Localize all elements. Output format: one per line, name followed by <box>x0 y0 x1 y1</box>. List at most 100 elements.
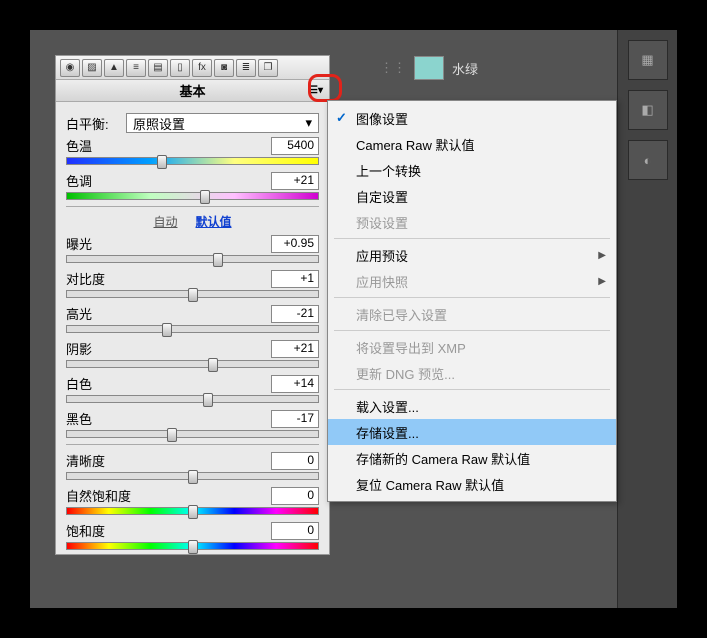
slider-track[interactable] <box>66 507 319 515</box>
preset-icon[interactable]: ≣ <box>236 59 256 77</box>
slider-thumb[interactable] <box>188 540 198 554</box>
toolbar-icon[interactable]: ▦ <box>628 40 668 80</box>
slider-track[interactable] <box>66 430 319 438</box>
menu-item[interactable]: Camera Raw 默认值 <box>328 131 616 157</box>
slider-thumb[interactable] <box>157 155 167 169</box>
slider-track[interactable] <box>66 325 319 333</box>
menu-item-label: 载入设置... <box>356 397 419 416</box>
slider-label: 对比度 <box>66 269 105 288</box>
curve-icon[interactable]: ▨ <box>82 59 102 77</box>
menu-item: 更新 DNG 预览... <box>328 360 616 386</box>
slider-thumb[interactable] <box>188 288 198 302</box>
slider-value[interactable]: 5400 <box>271 137 319 155</box>
slider-value[interactable]: +1 <box>271 270 319 288</box>
menu-separator <box>334 297 610 298</box>
slider-label: 自然饱和度 <box>66 486 131 505</box>
slider-thumb[interactable] <box>213 253 223 267</box>
slider-label: 色温 <box>66 136 92 155</box>
menu-item[interactable]: 应用预设 ▶ <box>328 242 616 268</box>
auto-default-links: 自动 默认值 <box>66 213 319 230</box>
swatch-label: 水绿 <box>452 59 478 78</box>
snapshot-icon[interactable]: ❐ <box>258 59 278 77</box>
menu-separator <box>334 238 610 239</box>
default-link[interactable]: 默认值 <box>196 213 232 230</box>
menu-item[interactable]: 复位 Camera Raw 默认值 <box>328 471 616 497</box>
slider-thumb[interactable] <box>208 358 218 372</box>
slider-label: 色调 <box>66 171 92 190</box>
slider-thumb[interactable] <box>188 505 198 519</box>
panel-title-row: 基本 ☰▾ <box>56 80 329 102</box>
slider-value[interactable]: 0 <box>271 452 319 470</box>
menu-item-label: 应用预设 <box>356 246 408 265</box>
contrast-slider: 对比度 +1 <box>66 269 319 298</box>
slider-value[interactable]: +21 <box>271 172 319 190</box>
chevron-right-icon: ▶ <box>598 250 606 261</box>
temperature-slider: 色温 5400 <box>66 136 319 165</box>
chevron-right-icon: ▶ <box>598 276 606 287</box>
whites-slider: 白色 +14 <box>66 374 319 403</box>
tint-slider: 色调 +21 <box>66 171 319 200</box>
menu-item-label: Camera Raw 默认值 <box>356 135 474 154</box>
color-swatch[interactable] <box>414 56 444 80</box>
aperture-icon[interactable]: ◉ <box>60 59 80 77</box>
slider-label: 白色 <box>66 374 92 393</box>
separator <box>66 206 319 207</box>
panel-menu-button[interactable]: ☰▾ <box>307 82 325 98</box>
split-icon[interactable]: ▤ <box>148 59 168 77</box>
slider-value[interactable]: 0 <box>271 522 319 540</box>
menu-item[interactable]: 上一个转换 <box>328 157 616 183</box>
right-toolbar: ▦ ◧ ◐ <box>617 30 677 608</box>
slider-thumb[interactable] <box>188 470 198 484</box>
menu-item-label: 图像设置 <box>356 109 408 128</box>
menu-item[interactable]: 载入设置... <box>328 393 616 419</box>
slider-thumb[interactable] <box>200 190 210 204</box>
tab-icon-row: ◉ ▨ ▲ ≡ ▤ ▯ fx ◙ ≣ ❐ <box>56 56 329 80</box>
slider-thumb[interactable] <box>162 323 172 337</box>
slider-value[interactable]: +0.95 <box>271 235 319 253</box>
menu-item[interactable]: 自定设置 <box>328 183 616 209</box>
slider-label: 阴影 <box>66 339 92 358</box>
fx-icon[interactable]: fx <box>192 59 212 77</box>
slider-track[interactable] <box>66 255 319 263</box>
slider-track[interactable] <box>66 542 319 550</box>
check-icon: ✓ <box>336 110 347 126</box>
detail-icon[interactable]: ▲ <box>104 59 124 77</box>
slider-label: 黑色 <box>66 409 92 428</box>
slider-thumb[interactable] <box>167 428 177 442</box>
slider-track[interactable] <box>66 360 319 368</box>
slider-track[interactable] <box>66 192 319 200</box>
lens-icon[interactable]: ▯ <box>170 59 190 77</box>
slider-value[interactable]: +21 <box>271 340 319 358</box>
slider-value[interactable]: +14 <box>271 375 319 393</box>
menu-item[interactable]: 存储设置... <box>328 419 616 445</box>
auto-link[interactable]: 自动 <box>153 213 177 230</box>
exposure-slider: 曝光+0.95 <box>66 234 319 263</box>
menu-separator <box>334 389 610 390</box>
white-balance-row: 白平衡: 原照设置 ▾ <box>66 113 319 133</box>
menu-item-label: 复位 Camera Raw 默认值 <box>356 475 504 494</box>
menu-item-label: 存储设置... <box>356 423 419 442</box>
slider-track[interactable] <box>66 157 319 165</box>
wb-select[interactable]: 原照设置 ▾ <box>126 113 319 133</box>
hsl-icon[interactable]: ≡ <box>126 59 146 77</box>
menu-separator <box>334 330 610 331</box>
slider-value[interactable]: -17 <box>271 410 319 428</box>
camera-icon[interactable]: ◙ <box>214 59 234 77</box>
menu-item-label: 清除已导入设置 <box>356 305 447 324</box>
slider-track[interactable] <box>66 290 319 298</box>
menu-item[interactable]: ✓ 图像设置 <box>328 105 616 131</box>
slider-thumb[interactable] <box>203 393 213 407</box>
menu-item: 预设设置 <box>328 209 616 235</box>
clarity-slider: 清晰度0 <box>66 451 319 480</box>
slider-label: 饱和度 <box>66 521 105 540</box>
toolbar-icon[interactable]: ◐ <box>628 140 668 180</box>
toolbar-icon[interactable]: ◧ <box>628 90 668 130</box>
menu-item: 清除已导入设置 <box>328 301 616 327</box>
slider-track[interactable] <box>66 395 319 403</box>
slider-track[interactable] <box>66 472 319 480</box>
menu-item[interactable]: 存储新的 Camera Raw 默认值 <box>328 445 616 471</box>
slider-value[interactable]: 0 <box>271 487 319 505</box>
handle-icon[interactable]: ⋮⋮ <box>380 60 406 76</box>
slider-value[interactable]: -21 <box>271 305 319 323</box>
separator <box>66 444 319 445</box>
